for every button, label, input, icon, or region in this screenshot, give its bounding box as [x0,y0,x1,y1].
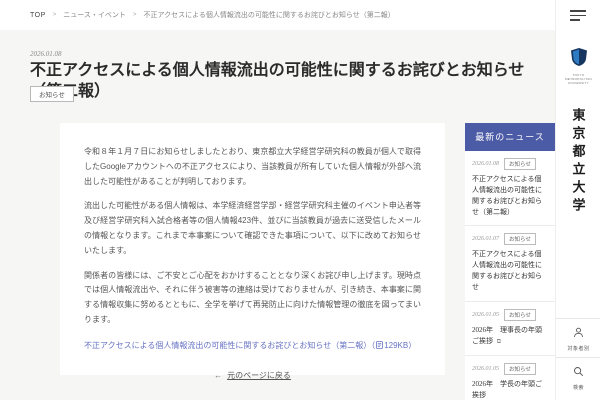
article-date: 2026.01.08 [30,50,62,58]
news-item-badge: お知らせ [504,362,536,375]
article-paragraph: 流出した可能性がある個人情報は、本学経済経営学部・経営学研究科主催のイベント申込… [84,201,421,255]
external-link-icon: ⧉ [496,338,502,345]
search-icon [574,367,584,377]
news-item-title: 2026年 学長の年頭ご挨拶 [472,379,542,399]
latest-news-header[interactable]: 最新のニュース [465,123,555,151]
latest-news-sidebar: 最新のニュース 2026.01.08 お知らせ 不正アクセスによる個人情報流出の… [465,123,555,400]
rail-bottom-buttons: 対象者別 検索 [556,318,600,396]
pdf-download-link[interactable]: 不正アクセスによる個人情報流出の可能性に関するお詫びとお知らせ（第二報）（ 129… [84,341,416,350]
news-item[interactable]: 2026.01.05 お知らせ 2026年 理事長の年頭ご挨拶 ⧉ [465,302,555,356]
news-item-badge: お知らせ [504,233,536,246]
news-item-title: 不正アクセスによる個人情報流出の可能性に関するお詫びとお知らせ（第二報） [472,175,542,216]
breadcrumb-separator: > [52,12,57,18]
news-item[interactable]: 2026.01.08 お知らせ 不正アクセスによる個人情報流出の可能性に関するお… [465,151,555,227]
news-item-title: 不正アクセスによる個人情報流出の可能性に関するお詫びとお知らせ [472,250,542,291]
university-logo[interactable]: TOKYO METROPOLITAN UNIVERSITY [556,48,600,86]
news-item-date: 2026.01.08 [472,161,499,167]
shield-logo-icon [570,48,587,66]
right-rail: TOKYO METROPOLITAN UNIVERSITY 東京都立大学 対象者… [555,0,600,400]
news-item-badge: お知らせ [504,158,536,170]
page-title: 不正アクセスによる個人情報流出の可能性に関するお詫びとお知らせ（第二報） [30,62,525,100]
back-to-previous-link[interactable]: 元のページに戻る [227,371,291,380]
main-content-area: 2026.01.08 不正アクセスによる個人情報流出の可能性に関するお詫びとお知… [0,30,555,400]
search-button[interactable]: 検索 [556,357,600,396]
person-icon [574,327,583,338]
audience-button[interactable]: 対象者別 [556,318,600,357]
news-item-date: 2026.01.05 [472,365,499,372]
breadcrumb: TOP > ニュース・イベント > 不正アクセスによる個人情報流出の可能性に関す… [0,0,555,30]
pdf-icon [376,340,384,354]
news-item[interactable]: 2026.01.05 お知らせ 2026年 学長の年頭ご挨拶 [465,356,555,400]
breadcrumb-top[interactable]: TOP [30,12,46,19]
breadcrumb-separator: > [132,12,137,18]
category-badge: お知らせ [30,86,74,102]
breadcrumb-news-events[interactable]: ニュース・イベント [63,10,126,20]
back-link-row: ← 元のページに戻る [84,370,421,381]
news-item-title: 2026年 理事長の年頭ご挨拶 ⧉ [472,325,542,345]
news-item-date: 2026.01.07 [472,236,499,243]
news-item-badge: お知らせ [504,308,536,321]
back-arrow-icon: ← [214,370,223,380]
article-body-card: 令和８年１月７日にお知らせしましたとおり、東京都立大学経営学研究科の教員が個人で… [60,123,445,380]
news-item[interactable]: 2026.01.07 お知らせ 不正アクセスによる個人情報流出の可能性に関するお… [465,226,555,302]
pdf-download-line: 不正アクセスによる個人情報流出の可能性に関するお詫びとお知らせ（第二報）（ 129… [84,340,421,354]
news-item-date: 2026.01.05 [472,311,499,318]
logo-caption: TOKYO METROPOLITAN UNIVERSITY [564,73,593,86]
page: TOP > ニュース・イベント > 不正アクセスによる個人情報流出の可能性に関す… [0,0,600,400]
latest-news-list: 2026.01.08 お知らせ 不正アクセスによる個人情報流出の可能性に関するお… [465,151,555,400]
hamburger-menu-icon[interactable] [570,10,586,22]
article-paragraph: 令和８年１月７日にお知らせしましたとおり、東京都立大学経営学研究科の教員が個人で… [84,147,421,186]
breadcrumb-current-page: 不正アクセスによる個人情報流出の可能性に関するお詫びとお知らせ（第二報） [143,12,395,19]
university-name-vertical: 東京都立大学 [570,108,586,216]
article-paragraph: 関係者の皆様には、ご不安とご心配をおかけすることとなり深くお詫び申し上げます。現… [84,270,421,324]
